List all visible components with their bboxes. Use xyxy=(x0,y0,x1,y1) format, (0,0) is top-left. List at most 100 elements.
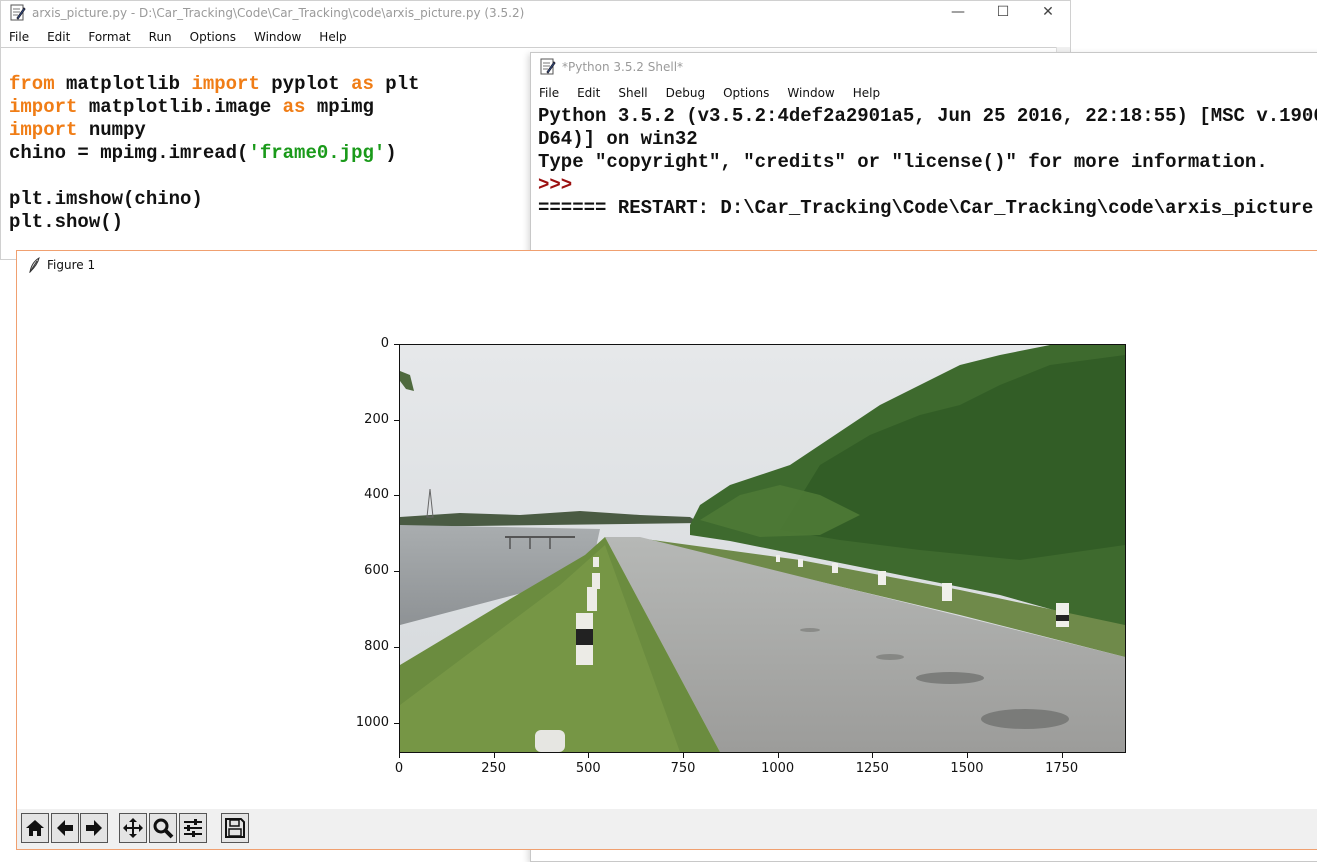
feather-icon xyxy=(27,256,41,274)
x-tick-label: 250 xyxy=(481,761,507,776)
editor-menu-format[interactable]: Format xyxy=(88,30,137,44)
shell-titlebar[interactable]: *Python 3.5.2 Shell* xyxy=(531,53,1317,81)
y-tick-mark xyxy=(394,646,399,648)
road-photo xyxy=(400,345,1125,752)
minimize-button[interactable]: — xyxy=(935,1,981,23)
y-tick-mark xyxy=(394,495,399,497)
editor.code-token: as xyxy=(282,96,306,118)
save-icon xyxy=(224,817,246,839)
shell.lines-line: D64)] on win32 xyxy=(538,128,1317,151)
editor.code-token: pyplot xyxy=(259,73,352,95)
editor.code-line: from matplotlib import pyplot as plt xyxy=(9,73,420,96)
editor-menu-run[interactable]: Run xyxy=(149,30,179,44)
shell-output-area[interactable]: Python 3.5.2 (v3.5.2:4def2a2901a5, Jun 2… xyxy=(538,105,1317,220)
y-tick-label: 800 xyxy=(364,638,389,654)
save-button[interactable] xyxy=(221,813,249,843)
shell-menu-window[interactable]: Window xyxy=(787,86,841,100)
x-tick-mark xyxy=(399,753,400,758)
editor.code-token: matplotlib xyxy=(54,73,192,95)
figure-title: Figure 1 xyxy=(47,258,96,272)
editor.code-token: plt.imshow(chino) xyxy=(9,188,203,210)
shell-menu-debug[interactable]: Debug xyxy=(666,86,712,100)
forward-icon xyxy=(83,817,105,839)
shell.lines-line: >>> xyxy=(538,174,1317,197)
x-tick-mark xyxy=(1061,753,1063,758)
editor-title: arxis_picture.py - D:\Car_Tracking\Code\… xyxy=(32,6,525,20)
figure-titlebar[interactable]: Figure 1 xyxy=(17,251,1317,279)
x-tick-label: 1500 xyxy=(950,761,984,776)
maximize-icon: ☐ xyxy=(996,4,1010,20)
editor.code-token: 'frame0.jpg' xyxy=(248,142,386,164)
editor.code-line: chino = mpimg.imread('frame0.jpg') xyxy=(9,142,420,165)
shell.lines-token: Type "copyright", "credits" or "license(… xyxy=(538,151,1268,173)
editor-menu-help[interactable]: Help xyxy=(319,30,353,44)
shell-title: *Python 3.5.2 Shell* xyxy=(562,60,684,74)
shell-menu-options[interactable]: Options xyxy=(723,86,776,100)
x-tick-label: 500 xyxy=(575,761,601,776)
y-tick-mark xyxy=(394,722,399,724)
pan-button[interactable] xyxy=(119,813,147,843)
zoom-button[interactable] xyxy=(149,813,177,843)
shell-menu-edit[interactable]: Edit xyxy=(577,86,607,100)
configure-subplots-button[interactable] xyxy=(179,813,207,843)
y-tick-mark xyxy=(394,571,399,573)
x-tick-label: 1250 xyxy=(855,761,889,776)
editor.code-token: as xyxy=(351,73,374,95)
y-tick-label: 1000 xyxy=(355,714,389,730)
shell-menu-shell[interactable]: Shell xyxy=(618,86,654,100)
shell-menu-help[interactable]: Help xyxy=(853,86,887,100)
pan-icon xyxy=(122,817,144,839)
editor.code-token: plt.show() xyxy=(9,211,124,233)
editor-menubar: File Edit Format Run Options Window Help xyxy=(1,30,1070,44)
editor.code-token: from xyxy=(9,73,55,95)
editor.code-token: import xyxy=(191,73,260,95)
x-tick-label: 750 xyxy=(670,761,696,776)
editor-menu-window[interactable]: Window xyxy=(254,30,308,44)
zoom-icon xyxy=(152,817,174,839)
editor-menu-file[interactable]: File xyxy=(9,30,36,44)
editor.code-line xyxy=(9,165,420,188)
shell.lines-token: Python 3.5.2 (v3.5.2:4def2a2901a5, Jun 2… xyxy=(538,105,1317,127)
editor.code-token: import xyxy=(9,96,78,118)
editor-menu-options[interactable]: Options xyxy=(190,30,243,44)
editor.code-token: mpimg xyxy=(305,96,374,118)
editor-titlebar[interactable]: arxis_picture.py - D:\Car_Tracking\Code\… xyxy=(1,1,1070,25)
back-button[interactable] xyxy=(51,813,79,843)
editor.code-line: plt.show() xyxy=(9,211,420,234)
editor.code-line: plt.imshow(chino) xyxy=(9,188,420,211)
x-tick-mark xyxy=(493,753,495,758)
maximize-button[interactable]: ☐ xyxy=(980,1,1026,23)
idle-shell-icon xyxy=(539,58,557,76)
x-tick-mark xyxy=(966,753,968,758)
x-tick-mark xyxy=(682,753,684,758)
forward-button[interactable] xyxy=(80,813,108,843)
shell.lines-token: >>> xyxy=(538,174,584,196)
x-tick-mark xyxy=(777,753,779,758)
minimize-icon: — xyxy=(951,4,965,20)
plot-axes[interactable] xyxy=(399,344,1126,753)
close-button[interactable]: ✕ xyxy=(1025,1,1070,23)
y-tick-label: 400 xyxy=(364,487,389,503)
shell.lines-line: Python 3.5.2 (v3.5.2:4def2a2901a5, Jun 2… xyxy=(538,105,1317,128)
y-tick-mark xyxy=(394,419,399,421)
close-icon: ✕ xyxy=(1042,4,1054,20)
y-tick-mark xyxy=(394,344,399,345)
editor-code-area[interactable]: from matplotlib import pyplot as plt impo… xyxy=(9,73,420,234)
shell.lines-line: ====== RESTART: D:\Car_Tracking\Code\Car… xyxy=(538,197,1317,220)
idle-file-icon xyxy=(9,4,27,22)
home-button[interactable] xyxy=(21,813,49,843)
shell.lines-line: Type "copyright", "credits" or "license(… xyxy=(538,151,1317,174)
figure-window: Figure 1 0 200 400 600 800 1000 0 250 50… xyxy=(16,250,1317,850)
configure-subplots-icon xyxy=(182,817,204,839)
x-tick-label: 0 xyxy=(394,761,404,776)
y-tick-label: 0 xyxy=(380,336,389,351)
editor.code-token: import xyxy=(9,119,78,141)
x-tick-mark xyxy=(588,753,590,758)
editor.code-token: chino = mpimg.imread( xyxy=(9,142,249,164)
x-tick-label: 1750 xyxy=(1045,761,1079,776)
editor-menu-edit[interactable]: Edit xyxy=(47,30,77,44)
shell-menu-file[interactable]: File xyxy=(539,86,566,100)
home-icon xyxy=(24,817,46,839)
shell.lines-token: D64)] on win32 xyxy=(538,128,698,150)
editor.code-token: numpy xyxy=(77,119,146,141)
